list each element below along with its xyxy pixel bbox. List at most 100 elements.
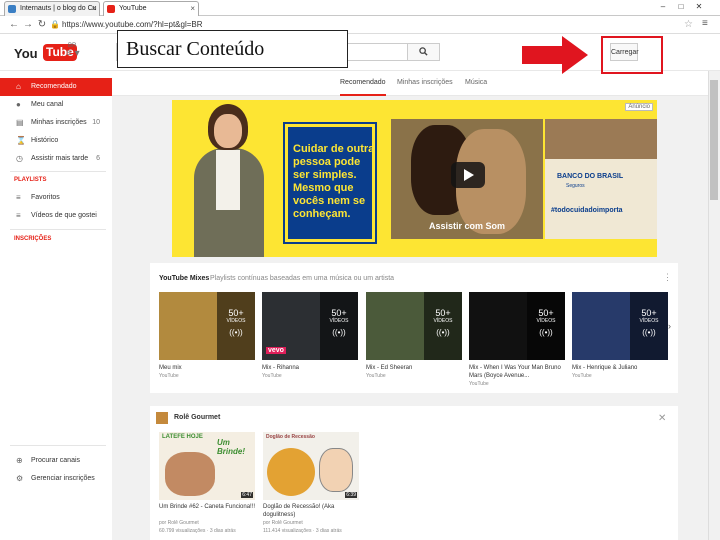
browser-menu-icon[interactable]: ≡ [702,18,708,29]
shelf-title[interactable]: YouTube Mixes [159,275,209,282]
play-icon[interactable] [451,162,485,188]
mixes-shelf: YouTube Mixes Playlists contínuas basead… [150,263,678,393]
subscriptions-header[interactable]: INSCRIÇÕES [14,236,51,242]
mix-thumbnail[interactable]: 50+ VÍDEOS ((•)) [572,292,668,360]
mix-channel[interactable]: YouTube [159,373,255,379]
radio-icon: ((•)) [332,328,346,337]
mix-channel[interactable]: YouTube [262,373,358,379]
mix-thumbnail[interactable]: 50+ VÍDEOS ((•)) [159,292,255,360]
mix-title[interactable]: Mix - Henrique & Juliano [572,364,668,372]
channel-name[interactable]: Rolê Gourmet [174,414,220,421]
search-icon [419,47,428,56]
tab-music[interactable]: Música [465,71,487,96]
sidebar-item-subscriptions[interactable]: ▤ Minhas inscrições 10 [0,114,112,132]
sidebar-item-my-channel[interactable]: ● Meu canal [0,96,112,114]
maximize-button[interactable]: □ [674,1,688,13]
video-byline[interactable]: por Rolê Gourmet [263,520,363,526]
ad-headline-box: Cuidar de outra pessoa pode ser simples.… [283,122,377,244]
list-icon: ≡ [16,211,21,220]
video-title[interactable]: Doglão de Recessão! (Aka dogulitness) [263,503,363,519]
thumb-text: Um Brinde! [217,438,245,456]
mix-thumbnail[interactable]: 50+ VÍDEOS ((•)) [469,292,565,360]
lock-icon: 🔒 [50,20,60,29]
mix-channel[interactable]: YouTube [572,373,668,379]
thumb-header: Doglão de Recessão [266,434,315,440]
mix-title[interactable]: Meu mix [159,364,255,372]
tab-label: Internauts | o blog do Cu [20,5,97,12]
vevo-logo: vevo [266,347,286,354]
close-icon[interactable]: ✕ [658,413,666,424]
video-duration: 6:39 [345,492,357,498]
search-button[interactable] [408,43,440,61]
sidebar-item-recommended[interactable]: ⌂ Recomendado [0,78,112,96]
subscriptions-count: 10 [92,119,100,126]
channel-shelf: Rolê Gourmet ✕ LATEFE HOJE Um Brinde! 6:… [150,406,678,540]
ad-label[interactable]: Anúncio [625,103,653,111]
close-tab-icon[interactable]: × [91,2,96,15]
back-arrow-icon[interactable]: ← [8,19,20,31]
sidebar-item-label: Procurar canais [31,457,81,464]
close-tab-icon[interactable]: × [190,2,195,15]
playlists-header[interactable]: PLAYLISTS [14,177,46,183]
video-title[interactable]: Um Brinde #62 - Caneta Funciona!!! [159,503,259,511]
annotation-box: Buscar Conteúdo [117,30,348,68]
sidebar-item-label: Gerenciar inscrições [31,475,95,482]
close-window-button[interactable]: ✕ [692,1,706,13]
scrollbar-thumb[interactable] [710,80,718,200]
reload-icon[interactable]: ↻ [36,19,48,31]
divider [10,445,106,446]
guide-menu-icon[interactable]: ≡ ▾ [66,48,80,59]
ad-video[interactable]: Assistir com Som [391,119,543,239]
sidebar-item-history[interactable]: ⌛ Histórico [0,132,112,150]
minimize-button[interactable]: – [656,1,670,13]
logo-you: You [14,46,38,61]
home-icon: ⌂ [16,82,21,91]
sidebar-item-label: Meu canal [31,101,64,108]
ad-banner[interactable]: Anúncio Cuidar de outra pessoa pode ser … [172,100,657,257]
forward-arrow-icon[interactable]: → [22,19,34,31]
bookmark-star-icon[interactable]: ☆ [684,19,693,30]
browser-tab-youtube[interactable]: YouTube × [103,1,199,16]
video-byline[interactable]: por Rolê Gourmet [159,520,259,526]
sidebar-item-label: Minhas inscrições [31,119,87,126]
mix-title[interactable]: Mix - Ed Sheeran [366,364,462,372]
mix-title[interactable]: Mix - When I Was Your Man Bruno Mars (Bo… [469,364,565,380]
mix-channel[interactable]: YouTube [366,373,462,379]
mix-thumbnail[interactable]: vevo 50+ VÍDEOS ((•)) [262,292,358,360]
sidebar-item-manage-subscriptions[interactable]: ⚙ Gerenciar inscrições [0,470,112,488]
history-icon: ⌛ [16,136,26,145]
thumb-header: LATEFE HOJE [162,434,203,440]
mix-thumbnail[interactable]: 50+ VÍDEOS ((•)) [366,292,462,360]
radio-icon: ((•)) [642,328,656,337]
sidebar: ⌂ Recomendado ● Meu canal ▤ Minhas inscr… [0,71,112,540]
content-tabs: Recomendado Minhas inscrições Música [112,71,708,96]
plus-circle-icon: ⊕ [16,456,23,465]
channel-avatar[interactable] [156,412,168,424]
tab-subscriptions[interactable]: Minhas inscrições [397,71,453,96]
browser-tabbar: Internauts | o blog do Cu × YouTube × – … [0,0,720,16]
favicon-icon [8,5,16,13]
sidebar-item-favorites[interactable]: ≡ Favoritos [0,189,112,207]
url-text: https://www.youtube.com/?hl=pt&gl=BR [62,20,203,29]
video-duration: 6:47 [241,492,253,498]
user-icon: ● [16,100,21,109]
chevron-right-icon[interactable]: › [668,321,671,331]
mix-title[interactable]: Mix - Rihanna [262,364,358,372]
subscriptions-icon: ▤ [16,118,24,127]
more-options-icon[interactable]: ⋮ [663,272,672,283]
tab-recommended[interactable]: Recomendado [340,71,386,96]
video-thumbnail[interactable]: LATEFE HOJE Um Brinde! 6:47 [159,432,255,500]
radio-icon: ((•)) [229,328,243,337]
shelf-subtitle: Playlists contínuas baseadas em uma músi… [210,275,395,282]
ad-hashtag: #todocuidadoimporta [551,207,623,214]
sidebar-item-label: Vídeos de que gostei [31,212,97,219]
bank-sub: Seguros [566,183,585,189]
sidebar-item-label: Assistir mais tarde [31,155,89,162]
sidebar-item-liked-videos[interactable]: ≡ Vídeos de que gostei [0,207,112,225]
mix-channel[interactable]: YouTube [469,381,565,387]
sidebar-item-browse-channels[interactable]: ⊕ Procurar canais [0,452,112,470]
browser-tab-internauts[interactable]: Internauts | o blog do Cu × [4,1,100,16]
sidebar-item-watch-later[interactable]: ◷ Assistir mais tarde 6 [0,150,112,168]
watch-later-count: 6 [96,155,100,162]
video-thumbnail[interactable]: Doglão de Recessão 6:39 [263,432,359,500]
